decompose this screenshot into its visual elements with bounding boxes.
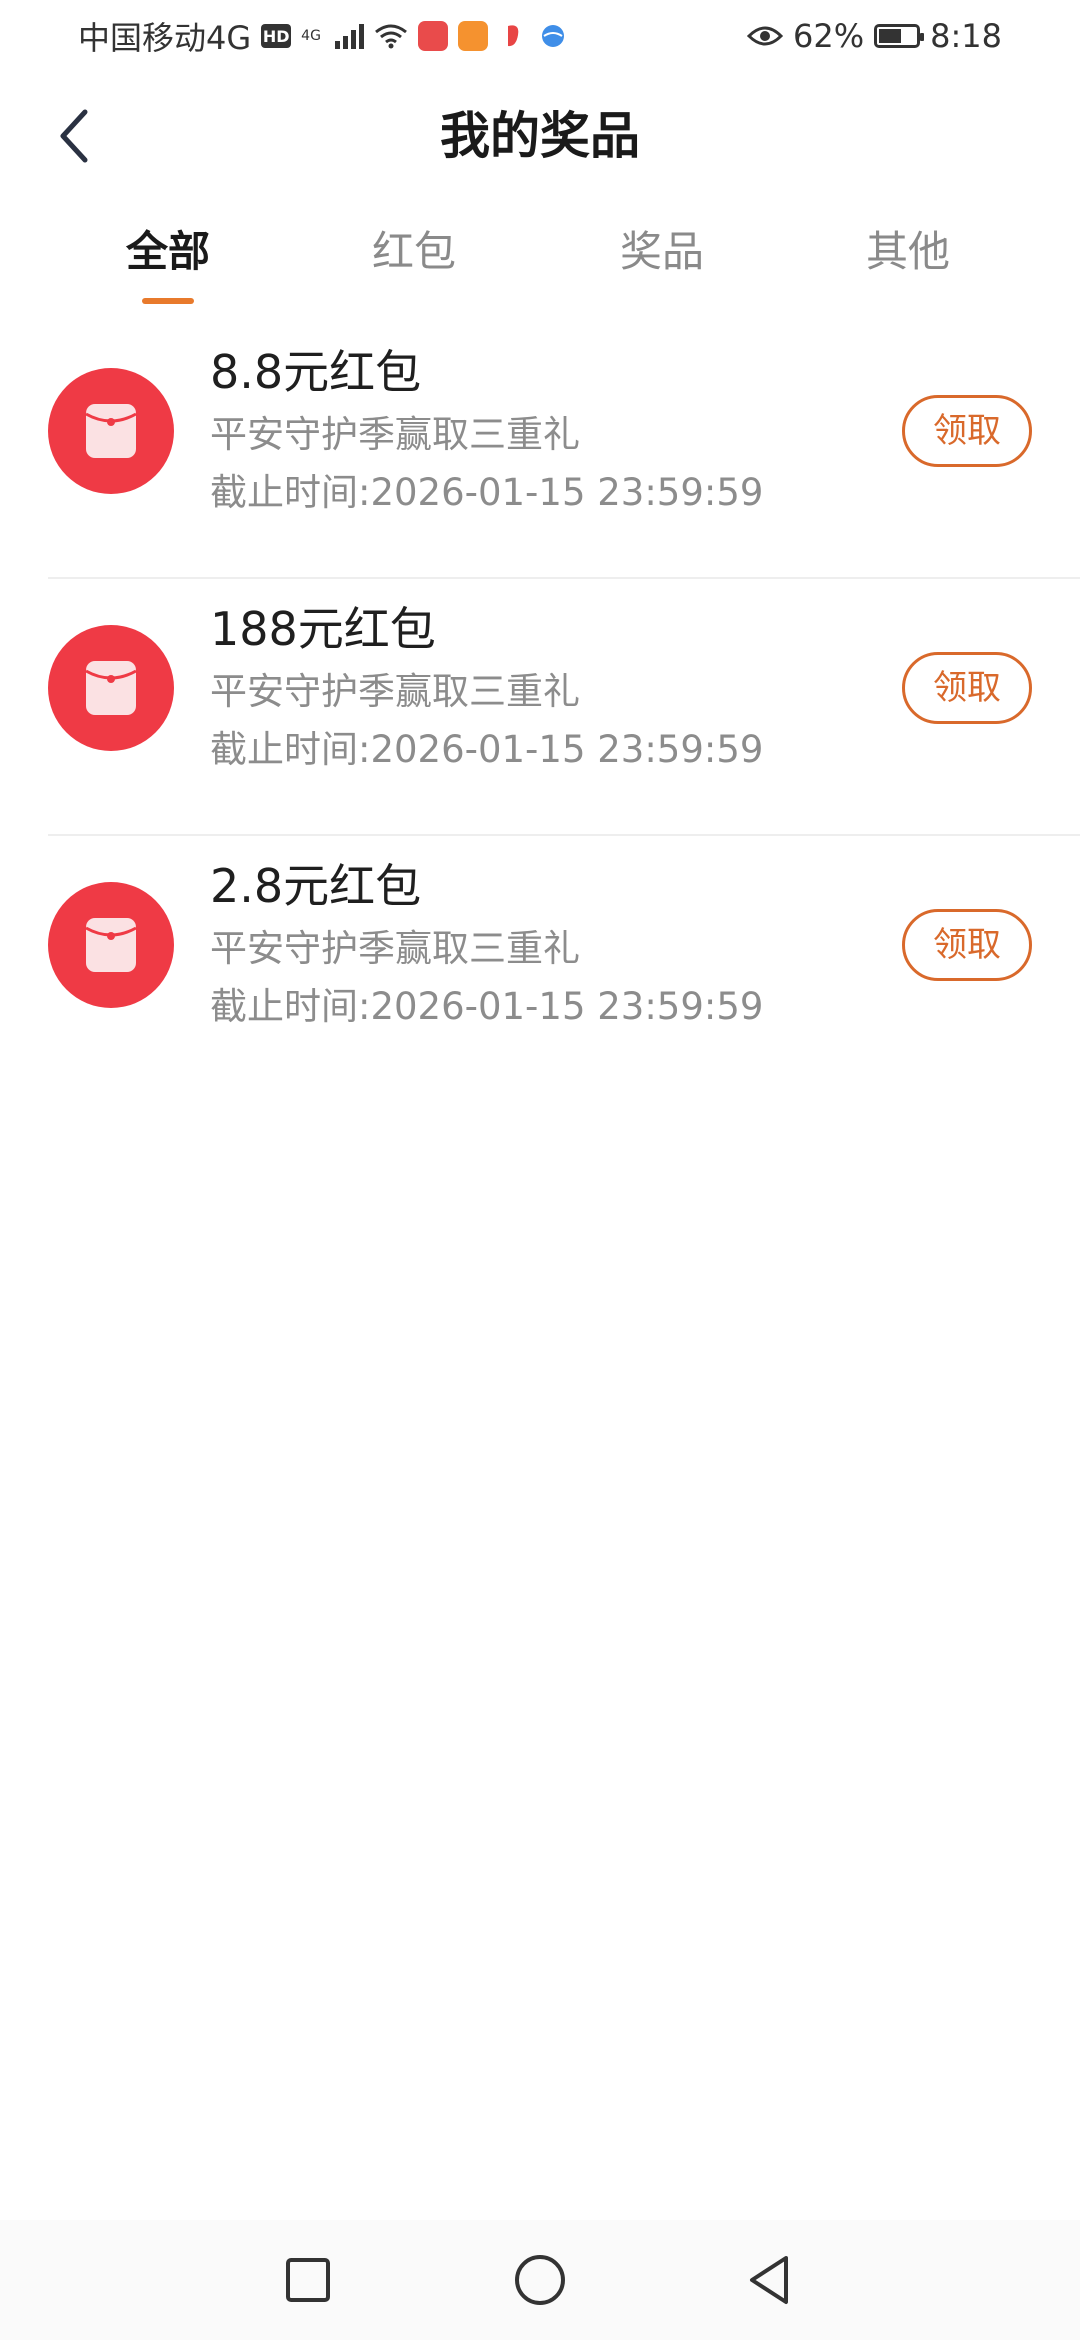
page-title: 我的奖品 (440, 107, 640, 165)
prize-deadline: 截止时间:2026-01-15 23:59:59 (210, 471, 764, 514)
system-nav-bar (0, 2220, 1080, 2340)
claim-button[interactable]: 领取 (902, 395, 1032, 467)
list-item: 188元红包 平安守护季赢取三重礼 截止时间:2026-01-15 23:59:… (0, 579, 1080, 836)
tab-bar: 全部 红包 奖品 其他 (0, 210, 1080, 310)
browser-app-icon (537, 21, 568, 51)
tab-all[interactable]: 全部 (68, 210, 268, 310)
status-left: 中国移动4G HD 4G (78, 13, 568, 59)
claim-button[interactable]: 领取 (902, 652, 1032, 724)
video-app-icon (457, 21, 488, 51)
tab-label: 其他 (865, 227, 950, 276)
status-bar: 中国移动4G HD 4G 62% 8:18 (0, 0, 1080, 72)
square-icon (286, 2258, 330, 2302)
battery-icon (874, 24, 925, 48)
prize-deadline: 截止时间:2026-01-15 23:59:59 (210, 728, 764, 771)
claim-button[interactable]: 领取 (902, 909, 1032, 981)
prize-description: 平安守护季赢取三重礼 (210, 927, 580, 970)
tab-prizes[interactable]: 奖品 (562, 210, 762, 310)
battery-percent: 62% (793, 17, 865, 55)
wifi-icon (375, 24, 407, 49)
signal-icon (334, 23, 364, 49)
prize-deadline: 截止时间:2026-01-15 23:59:59 (210, 985, 764, 1028)
tab-label: 全部 (125, 227, 210, 276)
back-nav-button[interactable] (734, 2244, 806, 2316)
tab-active-indicator (142, 298, 194, 304)
list-item: 2.8元红包 平安守护季赢取三重礼 截止时间:2026-01-15 23:59:… (0, 836, 1080, 1093)
status-right: 62% 8:18 (747, 17, 1002, 55)
red-envelope-icon (48, 368, 174, 494)
prize-title: 188元红包 (210, 602, 436, 656)
list-item: 8.8元红包 平安守护季赢取三重礼 截止时间:2026-01-15 23:59:… (0, 322, 1080, 579)
tab-red-packets[interactable]: 红包 (314, 210, 514, 310)
tab-label: 奖品 (619, 227, 704, 276)
tab-label: 红包 (371, 227, 456, 276)
red-envelope-icon (48, 882, 174, 1008)
triangle-back-icon (750, 2256, 788, 2304)
prize-title: 8.8元红包 (210, 345, 422, 399)
prizes-screen: 中国移动4G HD 4G 62% 8:18 我的奖品 全部 红包 奖品 其他 8… (0, 0, 1080, 2340)
red-app-icon (497, 21, 528, 51)
network-label: 4G (301, 28, 321, 44)
eye-icon (747, 26, 784, 46)
prize-title: 2.8元红包 (210, 859, 422, 913)
tab-other[interactable]: 其他 (808, 210, 1008, 310)
header: 我的奖品 (0, 88, 1080, 184)
battery-fill (879, 29, 902, 43)
hd-badge: HD (261, 24, 292, 48)
circle-icon (515, 2255, 565, 2305)
home-button[interactable] (504, 2244, 576, 2316)
red-envelope-icon (48, 625, 174, 751)
recent-apps-button[interactable] (272, 2244, 344, 2316)
prize-list: 8.8元红包 平安守护季赢取三重礼 截止时间:2026-01-15 23:59:… (0, 322, 1080, 1093)
app-store-icon (417, 21, 448, 51)
clock: 8:18 (930, 17, 1002, 55)
prize-description: 平安守护季赢取三重礼 (210, 413, 580, 456)
carrier-label: 中国移动4G (78, 19, 252, 57)
prize-description: 平安守护季赢取三重礼 (210, 670, 580, 713)
